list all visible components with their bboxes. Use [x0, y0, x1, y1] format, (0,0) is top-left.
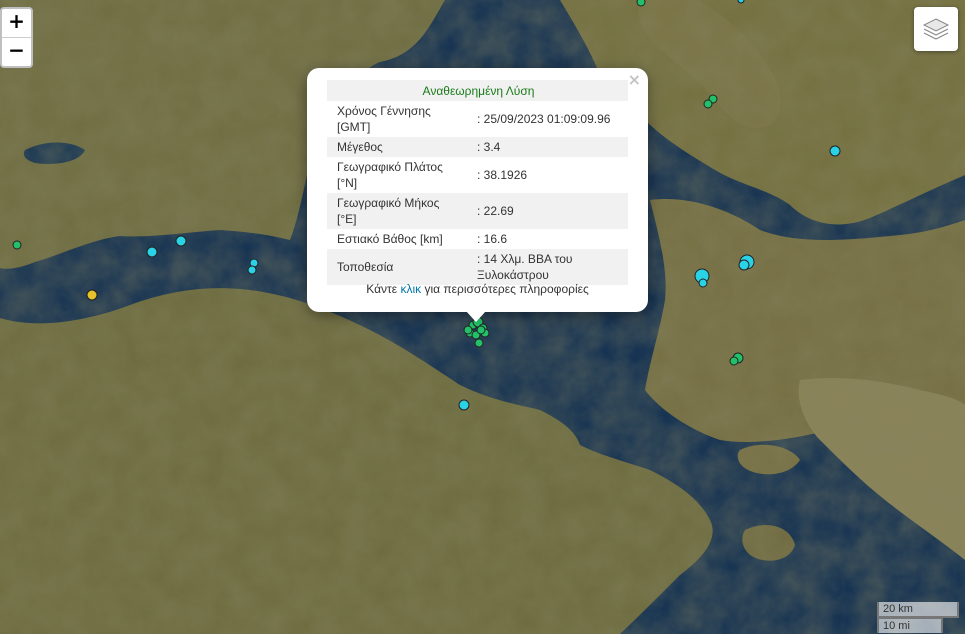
row-label: Χρόνος Γέννησης [GMT]: [337, 104, 431, 134]
earthquake-marker[interactable]: [463, 325, 473, 335]
table-row: Τοποθεσία: 14 Χλμ. ΒΒΑ του Ξυλοκάστρου: [327, 249, 628, 285]
earthquake-marker[interactable]: [738, 259, 750, 271]
earthquake-marker[interactable]: [175, 235, 187, 247]
more-info-text: Κάντε κλικ για περισσότερες πληροφορίες: [307, 282, 648, 296]
row-value: : 16.6: [477, 232, 508, 246]
zoom-out-button[interactable]: −: [2, 37, 31, 66]
row-label: Τοποθεσία: [327, 249, 467, 285]
earthquake-marker[interactable]: [636, 0, 646, 7]
layers-button[interactable]: [914, 7, 958, 51]
row-value: : 14 Χλμ. ΒΒΑ του Ξυλοκάστρου: [467, 249, 628, 285]
row-label: Εστιακό Βάθος [km]: [337, 232, 443, 246]
more-info-link[interactable]: κλικ: [400, 282, 421, 296]
scale-metric: 20 km: [877, 602, 959, 618]
popup-tip: [466, 311, 486, 322]
table-row: Γεωγραφικό Μήκος [°E]: 22.69: [327, 193, 628, 229]
popup-title: Αναθεωρημένη Λύση: [327, 80, 628, 101]
earthquake-marker[interactable]: [829, 145, 841, 157]
earthquake-marker[interactable]: [729, 356, 739, 366]
table-row: Χρόνος Γέννησης [GMT] : 25/09/2023 01:09:…: [327, 101, 628, 137]
earthquake-marker[interactable]: [86, 289, 98, 301]
earthquake-marker[interactable]: [698, 278, 708, 288]
earthquake-marker[interactable]: [458, 399, 470, 411]
row-value: : 25/09/2023 01:09:09.96: [477, 112, 611, 126]
earthquake-marker[interactable]: [476, 325, 486, 335]
row-label: Μέγεθος: [327, 137, 467, 157]
more-suffix: για περισσότερες πληροφορίες: [421, 282, 589, 296]
table-row: Γεωγραφικό Πλάτος [°N] : 38.1926: [327, 157, 628, 193]
earthquake-popup: × Αναθεωρημένη Λύση Χρόνος Γέννησης [GMT…: [307, 68, 648, 312]
earthquake-marker[interactable]: [247, 265, 257, 275]
more-prefix: Κάντε: [366, 282, 401, 296]
earthquake-marker[interactable]: [12, 240, 22, 250]
earthquake-marker[interactable]: [146, 246, 158, 258]
scale-imperial: 10 mi: [877, 617, 943, 633]
table-row: Εστιακό Βάθος [km] : 16.6: [327, 229, 628, 249]
zoom-in-button[interactable]: +: [2, 9, 31, 37]
table-row: Μέγεθος: 3.4: [327, 137, 628, 157]
earthquake-marker[interactable]: [737, 0, 745, 4]
earthquake-marker[interactable]: [474, 338, 484, 348]
row-label: Γεωγραφικό Πλάτος [°N]: [337, 160, 443, 190]
earthquake-marker[interactable]: [703, 99, 713, 109]
row-label: Γεωγραφικό Μήκος [°E]: [327, 193, 467, 229]
popup-table: Αναθεωρημένη Λύση Χρόνος Γέννησης [GMT]:…: [327, 80, 628, 285]
row-value: : 38.1926: [477, 168, 528, 182]
layers-icon: [922, 18, 950, 40]
popup-close-button[interactable]: ×: [628, 70, 641, 89]
row-value: : 22.69: [467, 193, 628, 229]
row-value: : 3.4: [467, 137, 628, 157]
zoom-control: + −: [0, 7, 33, 68]
